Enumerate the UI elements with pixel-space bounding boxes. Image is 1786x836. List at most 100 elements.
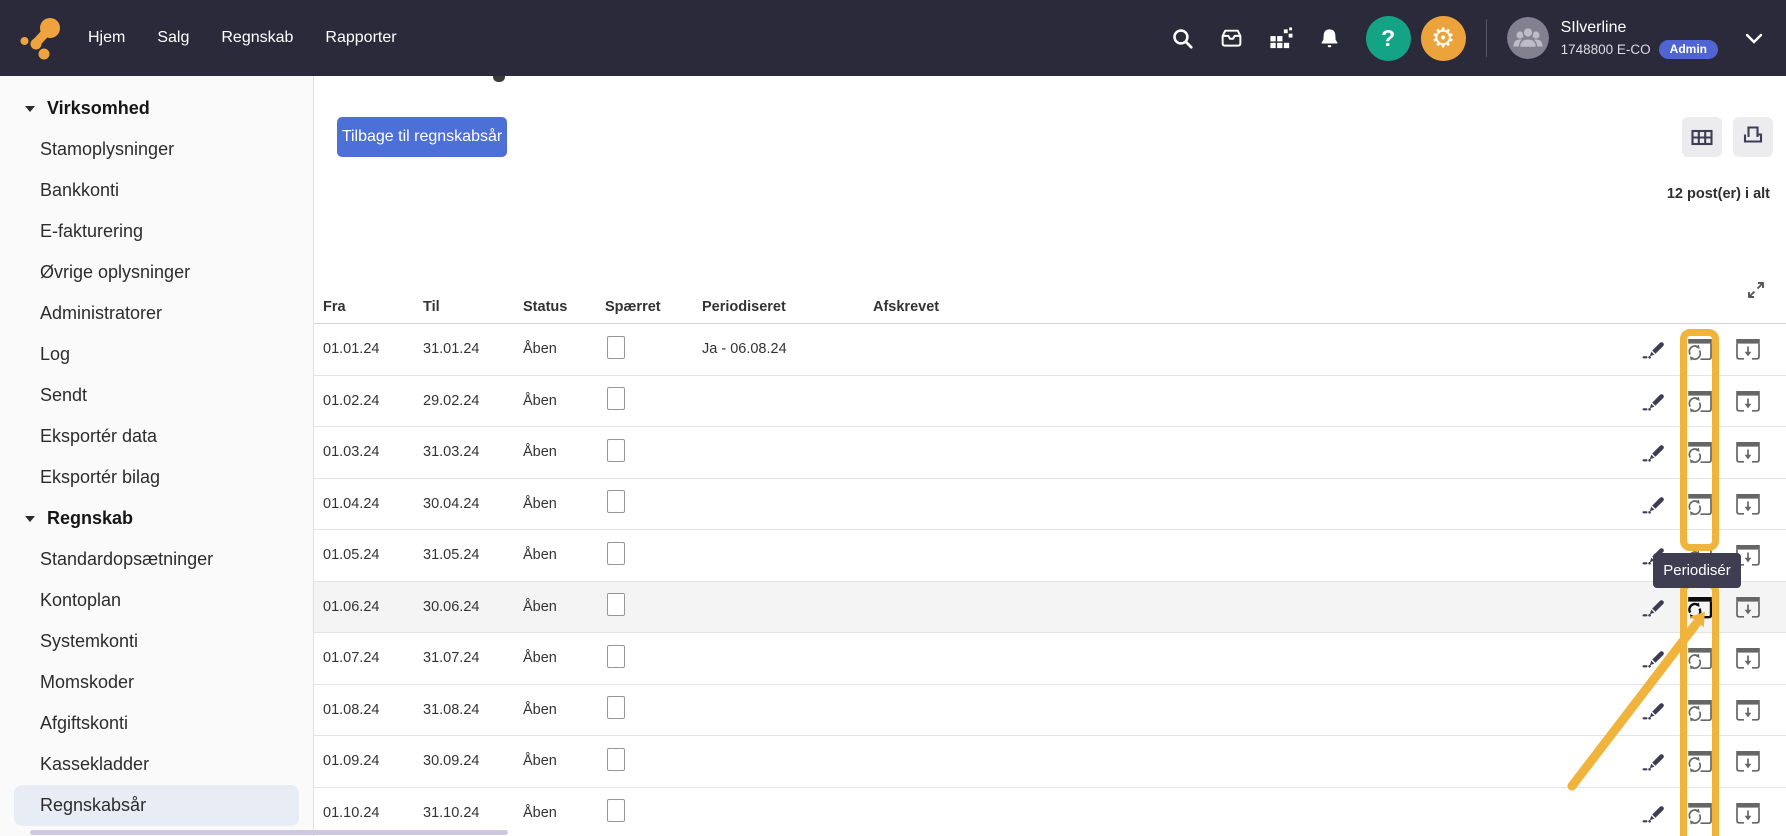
edit-icon[interactable] <box>1642 800 1668 826</box>
sidebar-item[interactable]: Sendt <box>0 375 313 416</box>
afskriv-icon[interactable] <box>1735 645 1761 671</box>
afskriv-icon[interactable] <box>1735 800 1761 826</box>
periodise-icon[interactable] <box>1687 800 1713 826</box>
spaerret-checkbox[interactable] <box>607 645 625 668</box>
top-navbar: Hjem Salg Regnskab Rapporter <box>0 0 1786 76</box>
help-button[interactable]: ? <box>1366 16 1411 61</box>
cell-spaerret <box>605 748 702 775</box>
column-header: Periodiseret <box>702 299 873 315</box>
nav-item-rapporter[interactable]: Rapporter <box>325 29 396 47</box>
periodise-icon[interactable] <box>1687 439 1713 465</box>
spaerret-checkbox[interactable] <box>607 387 625 410</box>
periodise-icon[interactable] <box>1687 336 1713 362</box>
table-row[interactable]: 01.10.2431.10.24Åben <box>314 788 1786 836</box>
table-row[interactable]: 01.05.2431.05.24Åben <box>314 530 1786 582</box>
spaerret-checkbox[interactable] <box>607 593 625 616</box>
afskriv-icon[interactable] <box>1735 594 1761 620</box>
sidebar-section-header[interactable]: Regnskab <box>0 498 313 539</box>
afskriv-icon[interactable] <box>1735 697 1761 723</box>
main-content: Tilbage til regnskabsår 12 post(er) i al… <box>314 76 1786 836</box>
table-row[interactable]: 01.03.2431.03.24Åben <box>314 427 1786 479</box>
table-row[interactable]: 01.08.2431.08.24Åben <box>314 685 1786 737</box>
edit-icon[interactable] <box>1642 388 1668 414</box>
nav-item-salg[interactable]: Salg <box>157 29 189 47</box>
sidebar-item[interactable]: Stamoplysninger <box>0 129 313 170</box>
periodise-icon[interactable] <box>1687 748 1713 774</box>
spaerret-checkbox[interactable] <box>607 542 625 565</box>
table-row[interactable]: 01.02.2429.02.24Åben <box>314 376 1786 428</box>
edit-icon[interactable] <box>1642 336 1668 362</box>
periodise-icon[interactable] <box>1687 645 1713 671</box>
sidebar-item[interactable]: Bankkonti <box>0 170 313 211</box>
sidebar-item[interactable]: Afgiftskonti <box>0 703 313 744</box>
table-row[interactable]: 01.06.2430.06.24Åben <box>314 582 1786 634</box>
sidebar-item[interactable]: Eksportér data <box>0 416 313 457</box>
sidebar-section-header[interactable]: Virksomhed <box>0 88 313 129</box>
periodise-icon[interactable] <box>1687 388 1713 414</box>
cell-fra: 01.06.24 <box>323 599 423 615</box>
cell-spaerret <box>605 542 702 569</box>
afskriv-icon[interactable] <box>1735 336 1761 362</box>
table-row[interactable]: 01.04.2430.04.24Åben <box>314 479 1786 531</box>
sidebar-item[interactable]: Kontoplan <box>0 580 313 621</box>
table-row[interactable]: 01.07.2431.07.24Åben <box>314 633 1786 685</box>
sidebar-item[interactable]: E-fakturering <box>0 211 313 252</box>
user-avatar[interactable] <box>1507 17 1549 59</box>
cell-status: Åben <box>523 341 605 357</box>
apps-grid-icon[interactable] <box>1268 26 1293 51</box>
edit-icon[interactable] <box>1642 748 1668 774</box>
table-row[interactable]: 01.01.2431.01.24ÅbenJa - 06.08.24 <box>314 324 1786 376</box>
periodise-icon[interactable] <box>1687 491 1713 517</box>
nav-item-hjem[interactable]: Hjem <box>88 29 125 47</box>
periodise-icon[interactable] <box>1687 697 1713 723</box>
print-button[interactable] <box>1733 117 1773 157</box>
chevron-down-icon[interactable] <box>1744 28 1764 48</box>
gear-icon: ⚙ <box>1431 25 1455 52</box>
back-to-fiscal-years-button[interactable]: Tilbage til regnskabsår <box>337 117 507 157</box>
sidebar-item[interactable]: Standardopsætninger <box>0 539 313 580</box>
periodise-icon[interactable] <box>1687 594 1713 620</box>
user-menu[interactable]: SIlverline 1748800 E-CO Admin <box>1561 18 1718 59</box>
user-account-number: 1748800 E-CO <box>1561 42 1651 57</box>
cell-til: 31.01.24 <box>423 341 523 357</box>
sidebar-item[interactable]: Systemkonti <box>0 621 313 662</box>
cell-til: 31.08.24 <box>423 702 523 718</box>
cell-status: Åben <box>523 650 605 666</box>
horizontal-scrollbar-thumb[interactable] <box>30 830 508 835</box>
row-actions <box>1642 697 1761 723</box>
afskriv-icon[interactable] <box>1735 491 1761 517</box>
afskriv-icon[interactable] <box>1735 439 1761 465</box>
sidebar-item[interactable]: Kassekladder <box>0 744 313 785</box>
spaerret-checkbox[interactable] <box>607 799 625 822</box>
edit-icon[interactable] <box>1642 645 1668 671</box>
sidebar-item[interactable]: Momskoder <box>0 662 313 703</box>
edit-icon[interactable] <box>1642 491 1668 517</box>
sidebar-item[interactable]: Eksportér bilag <box>0 457 313 498</box>
spaerret-checkbox[interactable] <box>607 439 625 462</box>
row-actions <box>1642 388 1761 414</box>
settings-button[interactable]: ⚙ <box>1421 16 1466 61</box>
sidebar-item[interactable]: Log <box>0 334 313 375</box>
row-actions <box>1642 645 1761 671</box>
app-logo-icon[interactable] <box>20 15 64 61</box>
search-icon[interactable] <box>1170 26 1195 51</box>
edit-icon[interactable] <box>1642 697 1668 723</box>
inbox-icon[interactable] <box>1219 26 1244 51</box>
table-view-button[interactable] <box>1682 117 1722 157</box>
sidebar-item[interactable]: Øvrige oplysninger <box>0 252 313 293</box>
question-mark-icon: ? <box>1381 25 1395 52</box>
spaerret-checkbox[interactable] <box>607 336 625 359</box>
notifications-bell-icon[interactable] <box>1317 26 1342 51</box>
sidebar-item[interactable]: Administratorer <box>0 293 313 334</box>
spaerret-checkbox[interactable] <box>607 490 625 513</box>
sidebar-item[interactable]: Regnskabsår <box>14 785 299 826</box>
table-row[interactable]: 01.09.2430.09.24Åben <box>314 736 1786 788</box>
nav-item-regnskab[interactable]: Regnskab <box>221 29 293 47</box>
afskriv-icon[interactable] <box>1735 748 1761 774</box>
spaerret-checkbox[interactable] <box>607 696 625 719</box>
edit-icon[interactable] <box>1642 439 1668 465</box>
spaerret-checkbox[interactable] <box>607 748 625 771</box>
cell-til: 29.02.24 <box>423 393 523 409</box>
edit-icon[interactable] <box>1642 594 1668 620</box>
afskriv-icon[interactable] <box>1735 388 1761 414</box>
